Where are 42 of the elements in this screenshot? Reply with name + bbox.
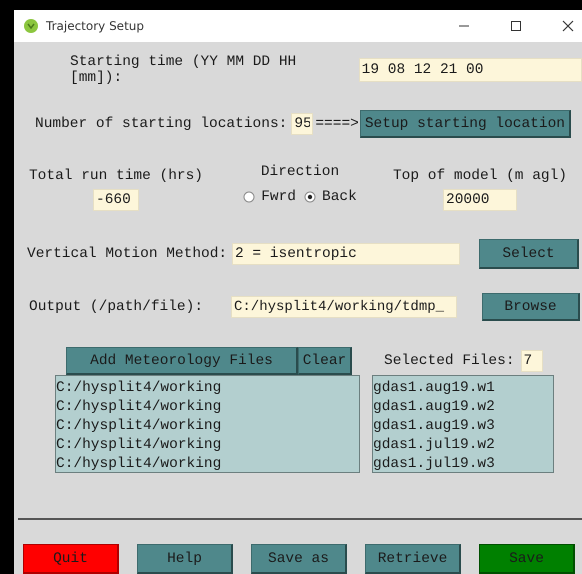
radio-button[interactable]	[243, 191, 256, 203]
input-field[interactable]: 7	[520, 350, 543, 372]
field-label: Direction	[260, 164, 340, 180]
field-label: Top of model (m agl)	[392, 168, 568, 184]
list-item[interactable]: C:/hysplit4/working	[56, 417, 359, 436]
field-label: Number of starting locations:	[35, 116, 288, 132]
radio-label[interactable]: Fwrd	[261, 189, 296, 205]
list-item[interactable]: C:/hysplit4/working	[56, 436, 359, 455]
field-label: Output (/path/file):	[29, 299, 204, 315]
list-item[interactable]: gdas1.jul19.w3	[373, 455, 553, 474]
button[interactable]: Retrieve	[365, 544, 461, 574]
list-item[interactable]: gdas1.aug19.w3	[373, 417, 553, 436]
button[interactable]: Help	[137, 544, 233, 574]
field-label: Starting time (YY MM DD HH [mm]):	[70, 54, 298, 86]
button[interactable]: Quit	[23, 544, 119, 574]
arrow-text: ====>	[315, 116, 359, 132]
list-item[interactable]: gdas1.aug19.w1	[373, 379, 553, 398]
field-label: Vertical Motion Method:	[27, 246, 228, 262]
maximize-icon[interactable]	[510, 20, 522, 32]
list-item[interactable]: C:/hysplit4/working	[56, 398, 359, 417]
app-icon	[24, 19, 38, 33]
list-item[interactable]: gdas1.aug19.w2	[373, 398, 553, 417]
button[interactable]: Select	[479, 239, 579, 269]
input-field[interactable]: 20000	[443, 189, 517, 211]
button[interactable]: Save as	[251, 544, 347, 574]
input-field[interactable]: C:/hysplit4/working/tdmp_	[231, 296, 457, 318]
button[interactable]: Clear	[298, 347, 352, 375]
close-icon[interactable]	[562, 20, 574, 32]
input-field[interactable]: 19 08 12 21 00	[358, 58, 582, 82]
button[interactable]: Setup starting location	[360, 110, 571, 138]
list-item[interactable]: C:/hysplit4/working	[56, 379, 359, 398]
radio-button[interactable]	[304, 191, 316, 203]
field-label: Selected Files:	[384, 353, 515, 369]
input-field[interactable]: 2 = isentropic	[232, 243, 460, 265]
field-label: Total run time (hrs)	[28, 168, 204, 184]
list-item[interactable]: C:/hysplit4/working	[56, 455, 359, 474]
window-title: Trajectory Setup	[46, 19, 144, 33]
input-field[interactable]: -660	[93, 189, 139, 211]
button[interactable]: Browse	[482, 293, 580, 321]
list-item[interactable]: gdas1.jul19.w2	[373, 436, 553, 455]
button[interactable]: Add Meteorology Files	[66, 347, 298, 375]
radio-label[interactable]: Back	[322, 189, 357, 205]
